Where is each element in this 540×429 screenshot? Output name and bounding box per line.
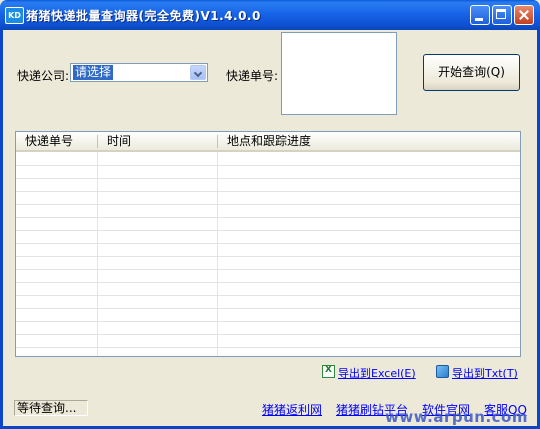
export-txt-link[interactable]: 导出到Txt(T) [436, 365, 518, 381]
table-grid-line [16, 282, 520, 283]
table-grid-line [16, 230, 520, 231]
table-grid-line [16, 217, 520, 218]
title-bar[interactable]: KD 猪猪快递批量查询器(完全免费)V1.4.0.0 [0, 0, 540, 30]
start-query-button[interactable]: 开始查询(Q) [423, 54, 520, 91]
company-label: 快递公司: [17, 69, 70, 83]
results-table[interactable]: 快递单号 时间 地点和跟踪进度 [15, 131, 521, 357]
txt-file-icon [436, 365, 449, 378]
excel-icon [322, 365, 335, 378]
table-grid-line [16, 165, 520, 166]
table-grid-line [16, 191, 520, 192]
column-header-tracking-number[interactable]: 快递单号 [16, 132, 98, 150]
table-grid-line [16, 321, 520, 322]
window-frame-left [0, 30, 3, 429]
table-grid-line [16, 178, 520, 179]
company-select[interactable]: 请选择 [70, 63, 208, 82]
column-divider[interactable] [217, 135, 218, 148]
table-grid-line [16, 308, 520, 309]
column-header-time[interactable]: 时间 [98, 132, 218, 150]
column-divider[interactable] [97, 135, 98, 148]
table-grid-line [16, 295, 520, 296]
table-grid-line [16, 256, 520, 257]
minimize-button[interactable] [470, 5, 490, 25]
watermark: www.arpun.com [385, 408, 528, 426]
tracking-number-label: 快递单号: [226, 69, 279, 83]
window-title: 猪猪快递批量查询器(完全免费)V1.4.0.0 [26, 9, 261, 23]
table-column-line [217, 152, 218, 356]
chevron-down-icon[interactable] [190, 65, 206, 80]
table-grid-line [16, 269, 520, 270]
table-column-line [97, 152, 98, 356]
column-header-location-progress[interactable]: 地点和跟踪进度 [218, 132, 520, 150]
table-grid-line [16, 347, 520, 348]
footer-link-rebate[interactable]: 猪猪返利网 [262, 401, 322, 418]
close-button[interactable] [514, 5, 534, 25]
table-grid-line [16, 334, 520, 335]
maximize-button[interactable] [492, 5, 512, 25]
app-icon: KD [5, 7, 24, 24]
tracking-number-input[interactable] [281, 32, 397, 115]
table-header: 快递单号 时间 地点和跟踪进度 [16, 132, 520, 152]
export-txt-label: 导出到Txt(T) [452, 367, 518, 380]
table-grid-line [16, 243, 520, 244]
company-select-value: 请选择 [73, 65, 114, 80]
export-excel-label: 导出到Excel(E) [338, 367, 416, 380]
status-bar: 等待查询... [14, 400, 88, 416]
export-excel-link[interactable]: 导出到Excel(E) [322, 365, 416, 381]
table-grid-line [16, 204, 520, 205]
